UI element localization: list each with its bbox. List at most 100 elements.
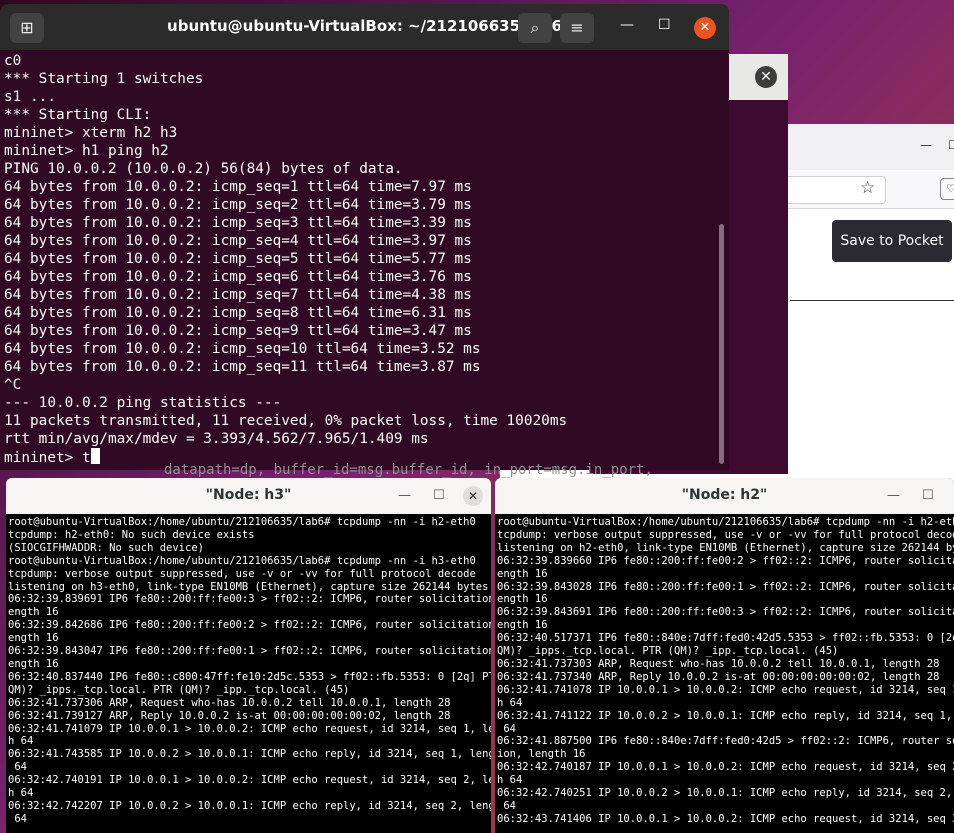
terminal-line: tcpdump: h2-eth0: No such device exists — [8, 528, 255, 541]
terminal-line: 06:32:39.843047 IP6 fe80::200:ff:fe00:1 … — [8, 645, 491, 658]
terminal-line: 64 bytes from 10.0.0.2: icmp_seq=2 ttl=6… — [4, 197, 472, 213]
terminal-line: 64 — [8, 761, 27, 774]
terminal-line: root@ubuntu-VirtualBox:/home/ubuntu/2121… — [497, 516, 954, 528]
terminal-line: ength 16 — [8, 606, 59, 619]
terminal-line: 06:32:41.741122 IP 10.0.0.2 > 10.0.0.1: … — [497, 709, 954, 722]
terminal-line: 06:32:40.517371 IP6 fe80::840e:7dff:fed0… — [497, 632, 954, 645]
terminal-line: 06:32:40.837440 IP6 fe80::c800:47ff:fe10… — [8, 670, 491, 683]
pocket-icon[interactable]: ♡ — [940, 178, 954, 200]
terminal-line: h 64 — [8, 735, 34, 748]
xterm-h2-maximize-icon[interactable]: ☐ — [922, 488, 934, 503]
terminal-line: c0 — [4, 53, 22, 69]
terminal-line: 06:32:43.741406 IP 10.0.0.1 > 10.0.0.2: … — [497, 812, 954, 825]
terminal-line: root@ubuntu-VirtualBox:/home/ubuntu/2121… — [8, 554, 476, 567]
terminal-line: 64 — [497, 799, 516, 812]
terminal-line: 06:32:39.839691 IP6 fe80::200:ff:fe00:3 … — [8, 593, 491, 606]
terminal-line: h 64 — [8, 787, 34, 800]
terminal-line: ength 16 — [497, 619, 548, 632]
xterm-h2-titlebar: "Node: h2" — ☐ — [495, 478, 954, 514]
bookmark-star-icon[interactable]: ☆ — [860, 178, 875, 198]
terminal-line: h 64 — [497, 696, 523, 709]
xterm-h3-minimize-icon[interactable]: — — [398, 488, 411, 503]
xterm-h2-title: "Node: h2" — [681, 487, 768, 503]
terminal-line: 64 bytes from 10.0.0.2: icmp_seq=4 ttl=6… — [4, 233, 472, 249]
terminal-line: *** Starting 1 switches — [4, 71, 204, 87]
terminal-line: 06:32:39.839660 IP6 fe80::200:ff:fe00:2 … — [497, 554, 954, 567]
editor-close-icon[interactable]: ✕ — [755, 66, 777, 88]
terminal-line: 06:32:39.843028 IP6 fe80::200:ff:fe00:1 … — [497, 580, 954, 593]
terminal-line: 06:32:42.742207 IP 10.0.0.2 > 10.0.0.1: … — [8, 799, 491, 812]
terminal-line: rtt min/avg/max/mdev = 3.393/4.562/7.965… — [4, 431, 429, 447]
terminal-line: 06:32:41.737306 ARP, Request who-has 10.… — [8, 696, 451, 709]
terminal-line: 11 packets transmitted, 11 received, 0% … — [4, 413, 568, 429]
save-to-pocket-popup[interactable]: Save to Pocket — [832, 220, 952, 262]
xterm-h3-title: "Node: h3" — [205, 487, 292, 503]
close-icon[interactable]: ✕ — [694, 17, 716, 39]
terminal-line: 64 — [497, 722, 516, 735]
terminal-line: 06:32:41.737303 ARP, Request who-has 10.… — [497, 657, 940, 670]
terminal-line: 06:32:41.887500 IP6 fe80::840e:7dff:fed0… — [497, 735, 954, 748]
terminal-line: mininet> xterm h2 h3 — [4, 125, 178, 141]
terminal-line: h 64 — [497, 774, 523, 787]
terminal-line: 64 bytes from 10.0.0.2: icmp_seq=9 ttl=6… — [4, 323, 472, 339]
terminal-line: mininet> h1 ping h2 — [4, 143, 169, 159]
terminal-line: 64 bytes from 10.0.0.2: icmp_seq=11 ttl=… — [4, 359, 481, 375]
maximize-icon[interactable]: ☐ — [658, 17, 671, 33]
xterm-h3-close-icon[interactable]: ✕ — [463, 486, 483, 506]
xterm-node-h3[interactable]: "Node: h3" — ☐ ✕ root@ubuntu-VirtualBox:… — [6, 478, 491, 833]
terminal-line: listening on h3-eth0, link-type EN10MB (… — [8, 580, 489, 593]
xterm-h3-titlebar: "Node: h3" — ☐ ✕ — [6, 478, 491, 514]
terminal-line: *** Starting CLI: — [4, 107, 152, 123]
terminal-line: PING 10.0.0.2 (10.0.0.2) 56(84) bytes of… — [4, 161, 403, 177]
terminal-line: 06:32:41.741079 IP 10.0.0.1 > 10.0.0.2: … — [8, 722, 491, 735]
page-divider — [790, 300, 954, 301]
terminal-line: listening on h2-eth0, link-type EN10MB (… — [497, 541, 954, 554]
terminal-line: 06:32:39.842686 IP6 fe80::200:ff:fe00:2 … — [8, 619, 491, 632]
terminal-line: 64 bytes from 10.0.0.2: icmp_seq=6 ttl=6… — [4, 269, 472, 285]
terminal-line: 64 bytes from 10.0.0.2: icmp_seq=3 ttl=6… — [4, 215, 472, 231]
terminal-line: 64 bytes from 10.0.0.2: icmp_seq=7 ttl=6… — [4, 287, 472, 303]
terminal-titlebar: ⊞ ubuntu@ubuntu-VirtualBox: ~/212106635/… — [0, 4, 729, 50]
xterm-h3-output: root@ubuntu-VirtualBox:/home/ubuntu/2121… — [8, 516, 491, 826]
hamburger-menu-icon[interactable]: ≡ — [560, 13, 594, 43]
editor-code-line: datapath=dp, buffer_id=msg.buffer_id, in… — [164, 462, 653, 478]
terminal-line: 64 bytes from 10.0.0.2: icmp_seq=1 ttl=6… — [4, 179, 472, 195]
terminal-line: QM)? _ipps._tcp.local. PTR (QM)? _ipp._t… — [8, 683, 350, 696]
terminal-line: root@ubuntu-VirtualBox:/home/ubuntu/2121… — [8, 516, 476, 528]
terminal-line: 64 — [8, 812, 27, 825]
terminal-line: 64 bytes from 10.0.0.2: icmp_seq=8 ttl=6… — [4, 305, 472, 321]
terminal-scrollbar[interactable] — [719, 224, 724, 464]
terminal-line: 06:32:39.843691 IP6 fe80::200:ff:fe00:3 … — [497, 606, 954, 619]
terminal-line: ength 16 — [497, 593, 548, 606]
prompt-text: mininet> t — [4, 450, 91, 466]
terminal-line: 06:32:41.743585 IP 10.0.0.2 > 10.0.0.1: … — [8, 748, 491, 761]
terminal-line: ion, length 16 — [497, 748, 586, 761]
minimize-icon[interactable]: — — [620, 17, 634, 33]
terminal-line: 06:32:42.740187 IP 10.0.0.1 > 10.0.0.2: … — [497, 761, 954, 774]
text-cursor — [90, 448, 100, 464]
terminal-line: s1 ... — [4, 89, 56, 105]
terminal-output: c0 *** Starting 1 switches s1 ... *** Start… — [4, 52, 714, 467]
xterm-node-h2[interactable]: "Node: h2" — ☐ root@ubuntu-VirtualBox:/h… — [495, 478, 954, 833]
terminal-line: 06:32:42.740191 IP 10.0.0.1 > 10.0.0.2: … — [8, 774, 491, 787]
browser-minimize-button[interactable]: — — [920, 138, 932, 152]
terminal-line: 64 bytes from 10.0.0.2: icmp_seq=10 ttl=… — [4, 341, 481, 357]
xterm-h3-maximize-icon[interactable]: ☐ — [433, 488, 445, 503]
terminal-line: 64 bytes from 10.0.0.2: icmp_seq=5 ttl=6… — [4, 251, 472, 267]
terminal-line: ength 16 — [8, 657, 59, 670]
terminal-line: ^C — [4, 377, 22, 393]
terminal-line: ength 16 — [8, 632, 59, 645]
terminal-line: 06:32:41.741078 IP 10.0.0.1 > 10.0.0.2: … — [497, 683, 954, 696]
terminal-line: 06:32:41.737340 ARP, Reply 10.0.0.2 is-a… — [497, 670, 940, 683]
browser-maximize-button[interactable]: ☐ — [948, 138, 954, 152]
xterm-h2-minimize-icon[interactable]: — — [887, 488, 900, 503]
main-terminal-window[interactable]: ⊞ ubuntu@ubuntu-VirtualBox: ~/212106635/… — [0, 4, 729, 470]
xterm-h2-output: root@ubuntu-VirtualBox:/home/ubuntu/2121… — [497, 516, 954, 826]
terminal-line: 06:32:41.739127 ARP, Reply 10.0.0.2 is-a… — [8, 709, 451, 722]
terminal-line: tcpdump: verbose output suppressed, use … — [497, 528, 954, 541]
terminal-line: tcpdump: verbose output suppressed, use … — [8, 567, 476, 580]
terminal-line: QM)? _ipps._tcp.local. PTR (QM)? _ipp._t… — [497, 645, 839, 658]
search-icon[interactable]: ⌕ — [518, 13, 552, 43]
terminal-line: 06:32:42.740251 IP 10.0.0.2 > 10.0.0.1: … — [497, 787, 954, 800]
terminal-line: (SIOCGIFHWADDR: No such device) — [8, 541, 204, 554]
